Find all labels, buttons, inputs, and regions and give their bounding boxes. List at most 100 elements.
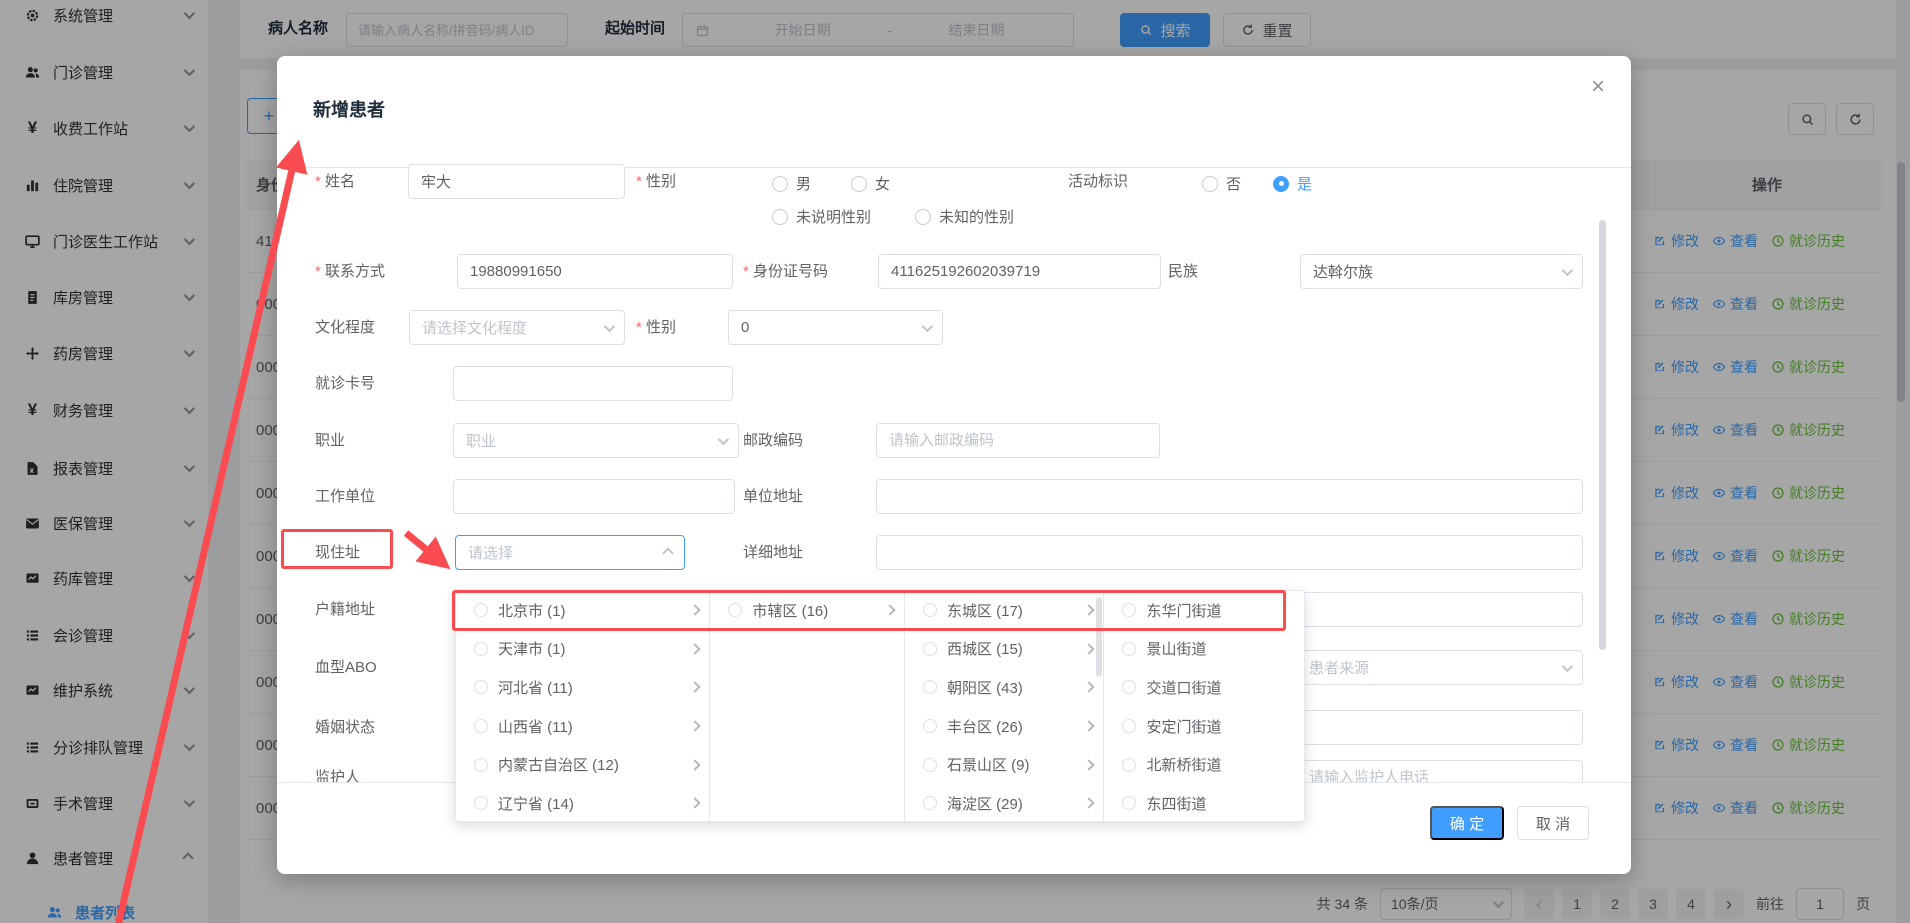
cascader-street-option[interactable]: 交道口街道 xyxy=(1104,668,1304,707)
cascader-district-option[interactable]: 东城区 (17) xyxy=(905,591,1104,630)
address-cascader-panel: 北京市 (1) 天津市 (1) 河北省 (11) 山西省 (11) 内蒙古自治区… xyxy=(455,590,1305,822)
radio-label: 男 xyxy=(796,173,811,194)
ethnicity-select[interactable]: 达斡尔族 xyxy=(1300,254,1583,289)
radio-icon xyxy=(923,758,937,772)
gender-label: 性别 xyxy=(636,164,676,199)
radio-icon xyxy=(915,209,931,225)
cascader-district-option[interactable]: 丰台区 (26) xyxy=(905,707,1104,746)
gender-male-radio[interactable]: 男 xyxy=(772,173,811,194)
gender-code-select[interactable]: 0 xyxy=(728,310,943,345)
chevron-right-icon xyxy=(690,720,701,731)
gender-code-value: 0 xyxy=(741,319,749,336)
cascader-street-option[interactable]: 安定门街道 xyxy=(1104,707,1304,746)
cascader-street-column: 东华门街道 景山街道 交道口街道 安定门街道 北新桥街道 东四街道 xyxy=(1104,591,1304,821)
chevron-down-icon xyxy=(922,320,933,331)
cascader-province-option[interactable]: 内蒙古自治区 (12) xyxy=(456,745,709,784)
radio-icon xyxy=(1122,603,1136,617)
patient-source-select[interactable]: 患者来源 xyxy=(1296,650,1583,685)
option-label: 东华门街道 xyxy=(1146,600,1221,621)
gender-female-radio[interactable]: 女 xyxy=(851,173,890,194)
chevron-right-icon xyxy=(690,759,701,770)
cascader-city-column: 市辖区 (16) xyxy=(710,591,905,821)
radio-label: 是 xyxy=(1297,173,1312,194)
chevron-right-icon xyxy=(1084,682,1095,693)
radio-label: 女 xyxy=(875,173,890,194)
option-label: 河北省 (11) xyxy=(498,677,573,698)
radio-label: 未说明性别 xyxy=(796,206,871,227)
option-label: 北京市 (1) xyxy=(498,600,566,621)
card-no-input[interactable] xyxy=(453,366,733,401)
radio-icon xyxy=(923,642,937,656)
radio-icon xyxy=(728,603,742,617)
gender-unknown-radio[interactable]: 未知的性别 xyxy=(915,206,1014,227)
employer-address-label: 单位地址 xyxy=(743,479,803,514)
active-flag-label: 活动标识 xyxy=(1068,164,1128,199)
chevron-right-icon xyxy=(1084,798,1095,809)
detail-address-input[interactable] xyxy=(876,535,1583,570)
id-number-label: 身份证号码 xyxy=(743,254,828,289)
active-flag-yes-radio[interactable]: 是 xyxy=(1273,173,1312,194)
cancel-button[interactable]: 取 消 xyxy=(1517,806,1589,840)
chevron-right-icon xyxy=(690,682,701,693)
name-input[interactable] xyxy=(408,164,625,199)
radio-icon xyxy=(474,603,488,617)
cascader-street-option[interactable]: 东四街道 xyxy=(1104,784,1304,821)
phone-label: 联系方式 xyxy=(315,254,385,289)
radio-icon xyxy=(923,603,937,617)
cascader-province-column: 北京市 (1) 天津市 (1) 河北省 (11) 山西省 (11) 内蒙古自治区… xyxy=(456,591,710,821)
cascader-district-column: 东城区 (17) 西城区 (15) 朝阳区 (43) 丰台区 (26) 石景山区… xyxy=(905,591,1105,821)
cascader-district-option[interactable]: 石景山区 (9) xyxy=(905,745,1104,784)
radio-icon xyxy=(923,680,937,694)
radio-label: 未知的性别 xyxy=(939,206,1014,227)
current-address-cascader-input[interactable]: 请选择 xyxy=(455,535,685,570)
chevron-right-icon xyxy=(884,605,895,616)
cascader-scrollbar[interactable] xyxy=(1096,597,1102,677)
ethnicity-value: 达斡尔族 xyxy=(1313,261,1373,282)
option-label: 丰台区 (26) xyxy=(947,716,1023,737)
radio-icon xyxy=(474,758,488,772)
cascader-district-option[interactable]: 朝阳区 (43) xyxy=(905,668,1104,707)
option-label: 北新桥街道 xyxy=(1146,754,1221,775)
cascader-province-option[interactable]: 辽宁省 (14) xyxy=(456,784,709,821)
chevron-down-icon xyxy=(604,320,615,331)
cascader-street-option[interactable]: 景山街道 xyxy=(1104,630,1304,669)
marital-status-label: 婚姻状态 xyxy=(315,710,375,745)
modal-title: 新增患者 xyxy=(313,96,385,122)
cascader-city-option[interactable]: 市辖区 (16) xyxy=(710,591,904,630)
radio-checked-icon xyxy=(1273,176,1289,192)
postal-code-input[interactable] xyxy=(876,423,1160,458)
education-select[interactable]: 请选择文化程度 xyxy=(409,310,625,345)
radio-icon xyxy=(851,176,867,192)
cascader-street-option[interactable]: 东华门街道 xyxy=(1104,591,1304,630)
education-placeholder: 请选择文化程度 xyxy=(422,317,527,338)
cascader-province-option[interactable]: 山西省 (11) xyxy=(456,707,709,746)
option-label: 市辖区 (16) xyxy=(752,600,828,621)
education-label: 文化程度 xyxy=(315,310,375,345)
option-label: 天津市 (1) xyxy=(498,638,566,659)
app-root: 系统管理 门诊管理 ¥收费工作站 住院管理 门诊医生工作站 库房管理 药房管理 … xyxy=(0,0,1910,923)
occupation-label: 职业 xyxy=(315,423,345,458)
close-icon[interactable]: × xyxy=(1583,72,1613,102)
chevron-right-icon xyxy=(690,798,701,809)
employer-address-input[interactable] xyxy=(876,479,1583,514)
cascader-province-option[interactable]: 河北省 (11) xyxy=(456,668,709,707)
chevron-right-icon xyxy=(1084,759,1095,770)
cascader-street-option[interactable]: 北新桥街道 xyxy=(1104,745,1304,784)
occupation-select[interactable]: 职业 xyxy=(453,423,739,458)
confirm-button[interactable]: 确 定 xyxy=(1430,806,1504,840)
option-label: 东四街道 xyxy=(1146,793,1206,814)
active-flag-no-radio[interactable]: 否 xyxy=(1202,173,1241,194)
patient-source-placeholder: 患者来源 xyxy=(1309,657,1369,678)
cascader-province-option[interactable]: 北京市 (1) xyxy=(456,591,709,630)
chevron-right-icon xyxy=(1084,643,1095,654)
id-number-input[interactable] xyxy=(878,254,1161,289)
modal-scrollbar[interactable] xyxy=(1599,220,1606,650)
radio-icon xyxy=(1122,758,1136,772)
cascader-district-option[interactable]: 西城区 (15) xyxy=(905,630,1104,669)
gender-unstated-radio[interactable]: 未说明性别 xyxy=(772,206,871,227)
radio-label: 否 xyxy=(1226,173,1241,194)
cascader-province-option[interactable]: 天津市 (1) xyxy=(456,630,709,669)
cascader-district-option[interactable]: 海淀区 (29) xyxy=(905,784,1104,821)
employer-input[interactable] xyxy=(453,479,735,514)
phone-input[interactable] xyxy=(457,254,733,289)
